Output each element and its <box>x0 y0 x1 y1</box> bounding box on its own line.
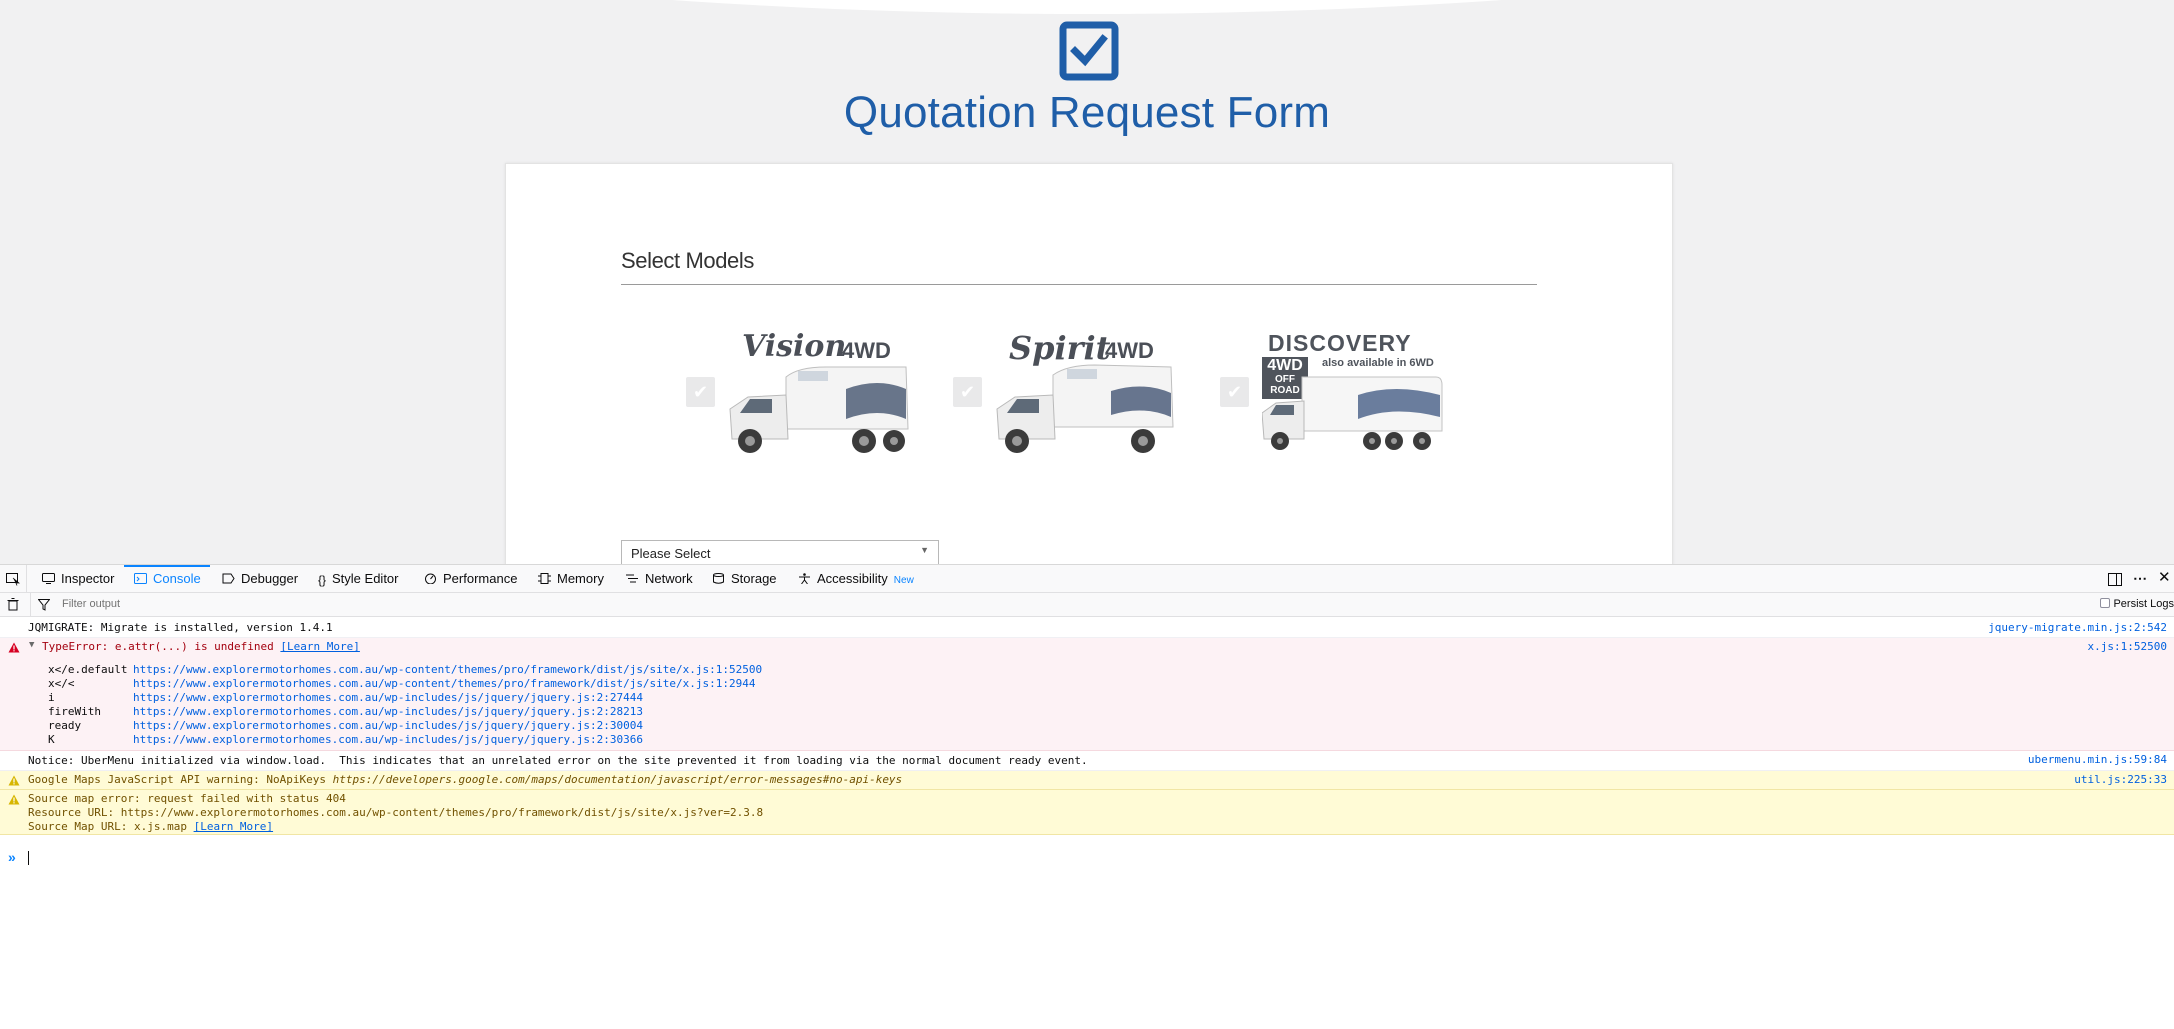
checkbox-icon[interactable] <box>2100 598 2111 608</box>
tab-memory[interactable]: Memory <box>538 565 604 593</box>
trace-frame: x</< https://www.explorermotorhomes.com.a… <box>48 677 756 690</box>
filterbar-separator <box>30 593 31 617</box>
header-arc <box>0 0 2174 14</box>
trace-frame: ready https://www.explorermotorhomes.com.… <box>48 719 643 732</box>
close-icon[interactable]: ✕ <box>2158 570 2171 585</box>
console-input[interactable]: » <box>0 849 2174 867</box>
model-option-spirit[interactable]: ✔ Spirit 4WD <box>953 329 1193 459</box>
page-viewport: Quotation Request Form Select Models ✔ V… <box>0 0 2174 564</box>
tab-debugger[interactable]: Debugger <box>222 565 298 593</box>
element-picker-icon[interactable] <box>6 573 20 586</box>
debugger-icon <box>222 573 235 584</box>
motorhome-icon <box>996 364 1174 453</box>
console-icon <box>134 573 147 584</box>
learn-more-link[interactable]: [Learn More] <box>194 820 273 833</box>
toolbar-separator <box>26 565 27 593</box>
inspector-icon <box>42 573 55 584</box>
select-value: Please Select <box>631 546 711 561</box>
model-checkbox[interactable]: ✔ <box>953 377 982 407</box>
more-options-icon[interactable]: ⋯ <box>2133 571 2147 585</box>
new-badge: New <box>893 575 914 586</box>
persist-logs-checkbox[interactable]: Persist Logs <box>2100 598 2174 610</box>
trace-frame: x</e.default https://www.explorermotorhom… <box>48 663 763 676</box>
tab-storage[interactable]: Storage <box>712 565 777 593</box>
tab-performance[interactable]: Performance <box>424 565 517 593</box>
trash-icon[interactable] <box>7 598 19 611</box>
console-message-warning: Source map error: request failed with st… <box>0 790 2174 835</box>
model-select[interactable]: Please Select ▼ <box>621 540 939 564</box>
text-caret <box>28 851 29 865</box>
performance-icon <box>425 573 436 584</box>
trace-frame: fireWith https://www.explorermotorhomes.c… <box>48 705 643 718</box>
stack-trace: x</e.default https://www.explorermotorhom… <box>0 663 2174 747</box>
console-message-log: JQMIGRATE: Migrate is installed, version… <box>0 619 2174 638</box>
console-filterbar: Filter output Persist Logs <box>0 593 2174 617</box>
model-tagline: also available in 6WD <box>1322 357 1434 369</box>
network-icon <box>626 574 638 583</box>
chevron-down-icon: ▼ <box>920 545 929 555</box>
style-editor-icon: {} <box>318 573 327 587</box>
tab-network[interactable]: Network <box>626 565 693 593</box>
motorhome-icon <box>729 366 909 453</box>
tab-inspector[interactable]: Inspector <box>42 565 114 593</box>
form-card: Select Models ✔ Vision 4WD ✔ Spirit 4WD … <box>505 163 1673 564</box>
discovery-4wd-image[interactable]: DISCOVERY also available in 6WD 4WD OFF … <box>1262 329 1452 459</box>
spirit-4wd-image[interactable]: Spirit 4WD <box>995 329 1185 459</box>
tab-style-editor[interactable]: {} Style Editor <box>318 565 399 593</box>
dock-side-icon[interactable] <box>2108 573 2122 586</box>
console-message-error: ▼ TypeError: e.attr(...) is undefined [L… <box>0 638 2174 751</box>
section-title: Select Models <box>621 248 754 273</box>
tab-accessibility[interactable]: Accessibility New <box>798 565 914 593</box>
console-message-warning: Google Maps JavaScript API warning: NoAp… <box>0 771 2174 790</box>
source-link[interactable]: jquery-migrate.min.js:2:542 <box>1988 621 2167 634</box>
trace-frame: i https://www.explorermotorhomes.com.au/w… <box>48 691 643 704</box>
checkbox-checked-icon <box>1059 21 1119 81</box>
accessibility-icon <box>799 573 810 584</box>
motorhome-icon <box>1262 376 1443 450</box>
filter-input[interactable]: Filter output <box>62 598 120 610</box>
section-divider <box>621 284 1537 285</box>
console-output: JQMIGRATE: Migrate is installed, version… <box>0 619 2174 835</box>
page-title: Quotation Request Form <box>843 88 1331 137</box>
source-link[interactable]: x.js:1:52500 <box>2088 640 2167 653</box>
source-link[interactable]: ubermenu.min.js:59:84 <box>2028 753 2167 766</box>
console-message-log: Notice: UberMenu initialized via window.… <box>0 751 2174 771</box>
memory-icon <box>538 573 551 584</box>
devtools-toolbar: Inspector Console Debugger {} Style Edito… <box>0 565 2174 593</box>
model-brand: DISCOVERY <box>1268 330 1412 356</box>
devtools-panel: Inspector Console Debugger {} Style Edito… <box>0 564 2174 1029</box>
vision-4wd-image[interactable]: Vision 4WD <box>728 329 918 459</box>
model-checkbox[interactable]: ✔ <box>686 377 715 407</box>
trace-frame: Khttps://www.explorermotorhomes.com.au/w… <box>48 733 643 746</box>
storage-icon <box>713 573 724 584</box>
model-checkbox[interactable]: ✔ <box>1220 377 1249 407</box>
learn-more-link[interactable]: [Learn More] <box>280 640 359 653</box>
source-link[interactable]: util.js:225:33 <box>2074 773 2167 786</box>
model-option-vision[interactable]: ✔ Vision 4WD <box>686 329 926 459</box>
docs-link[interactable]: https://developers.google.com/maps/docum… <box>333 773 903 786</box>
prompt-chevron-icon: » <box>8 849 16 865</box>
filter-icon <box>38 599 50 611</box>
model-option-discovery[interactable]: ✔ DISCOVERY also available in 6WD 4WD OF… <box>1220 329 1460 459</box>
tab-console[interactable]: Console <box>124 565 210 593</box>
